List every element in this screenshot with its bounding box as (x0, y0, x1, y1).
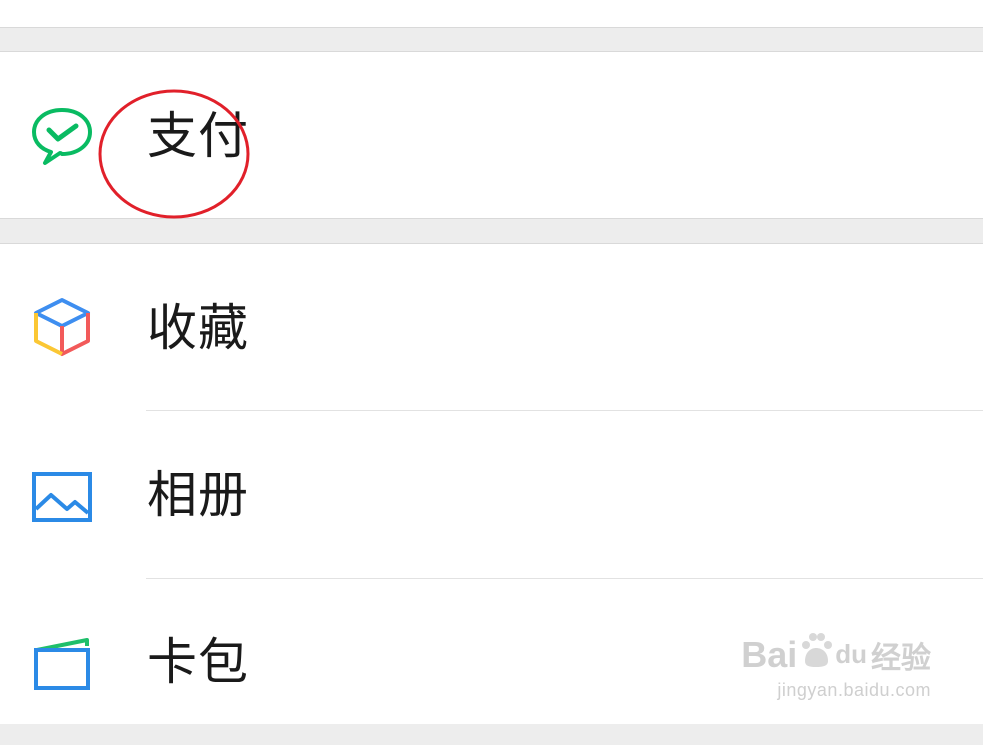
menu-item-label: 相册 (147, 466, 249, 524)
menu-item-cards[interactable]: 卡包 (0, 578, 983, 745)
album-picture-icon (30, 465, 94, 529)
menu-item-label: 收藏 (147, 299, 249, 357)
menu-item-pay[interactable]: 支付 (0, 52, 983, 218)
main-group: 收藏 相册 卡包 (0, 243, 983, 724)
wechat-pay-icon (30, 104, 94, 168)
pay-group: 支付 (0, 51, 983, 219)
menu-item-label: 支付 (147, 107, 249, 165)
card-wallet-icon (30, 632, 94, 696)
favorites-cube-icon (30, 296, 94, 360)
menu-item-album[interactable]: 相册 (0, 411, 983, 578)
menu-item-favorites[interactable]: 收藏 (0, 244, 983, 411)
menu-item-label: 卡包 (147, 633, 249, 691)
top-section (0, 0, 983, 28)
